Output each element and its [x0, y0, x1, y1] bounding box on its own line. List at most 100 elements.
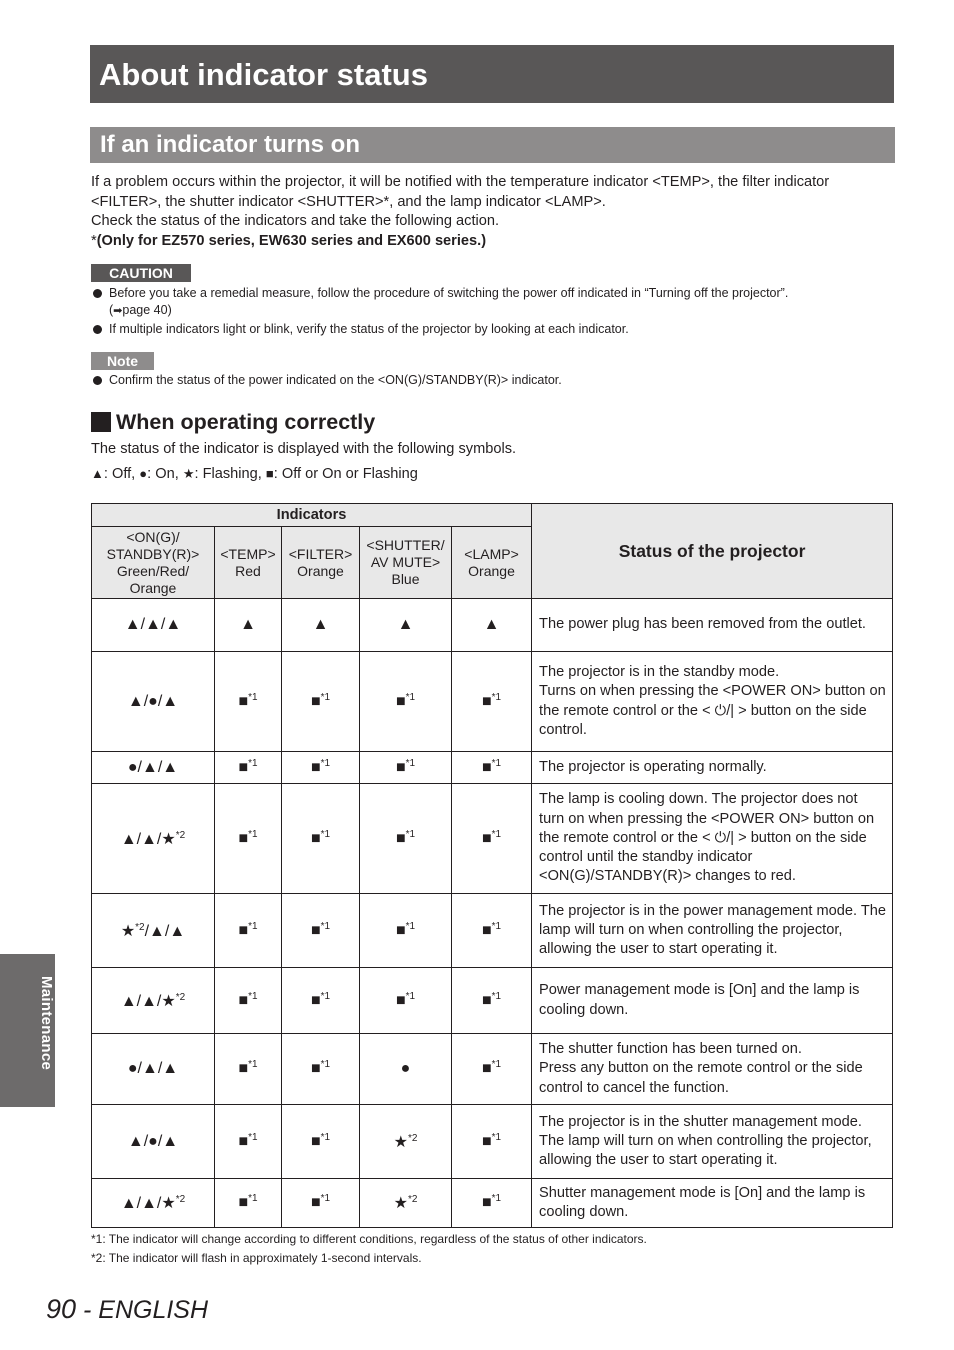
indicator-cell-filter: ▲: [281, 598, 360, 652]
indicator-cell-power: ▲/●/▲: [91, 651, 215, 752]
arrow-right-icon: ➡: [113, 305, 123, 317]
indicator-cell-power: ▲/▲/★*2: [91, 783, 215, 894]
legend-text: : On,: [147, 466, 183, 482]
model-note: *(Only for EZ570 series, EW630 series an…: [91, 232, 891, 252]
indicator-symbol: ■: [310, 758, 321, 776]
indicator-cell-temp: ■*1: [214, 967, 282, 1034]
caution-item: If multiple indicators light or blink, v…: [93, 321, 893, 338]
header-line: Blue: [391, 571, 420, 587]
footnote-ref: *1: [491, 1193, 502, 1204]
header-line: AV MUTE>: [370, 554, 441, 570]
table-row: ▲/▲/★*2 ■*1 ■*1 ■*1 ■*1 Power management mode…: [91, 967, 894, 1034]
indicator-symbol: ■: [481, 1060, 492, 1077]
header-line: Orange: [468, 562, 515, 579]
subsection-title: When operating correctly: [116, 410, 376, 434]
header-line: <SHUTTER/: [366, 537, 445, 553]
indicator-symbol: ■: [395, 921, 406, 939]
section-title: If an indicator turns on: [90, 127, 895, 163]
indicator-cell-lamp: ▲: [450, 598, 533, 652]
indicator-cell-filter: ■*1: [281, 651, 360, 752]
footnote-ref: *1: [320, 757, 331, 769]
caution-item: Before you take a remedial measure, foll…: [93, 285, 893, 320]
indicator-symbol: ▲: [397, 616, 414, 633]
indicator-cell-shutter: ■*1: [359, 751, 452, 784]
indicator-symbol-suffix: /▲/▲: [144, 922, 186, 940]
table-row: ★*2/▲/▲ ■*1 ■*1 ■*1 ■*1 The projector is in t…: [91, 893, 894, 968]
caution-list: Before you take a remedial measure, foll…: [93, 285, 893, 338]
indicator-symbol: ■: [310, 692, 321, 710]
indicator-cell-filter: ■*1: [281, 1178, 360, 1228]
indicator-cell-lamp: ■*1: [450, 1033, 533, 1105]
page-reference-link[interactable]: (➡page 40): [109, 303, 172, 317]
footnote-ref: *1: [248, 920, 258, 932]
indicator-symbol: ▲/▲/▲: [124, 616, 182, 633]
status-cell: Power management mode is [On] and the la…: [531, 967, 894, 1034]
footnote-ref: *2: [407, 1194, 418, 1205]
indicator-symbol: ■: [238, 692, 249, 710]
column-header-shutter: <SHUTTER/AV MUTE> Blue: [359, 526, 452, 599]
indicator-symbol: ●/▲/▲: [127, 758, 179, 776]
indicator-cell-filter: ■*1: [281, 751, 360, 784]
indicator-symbol: ■: [238, 829, 249, 847]
indicator-symbol: ■: [395, 692, 406, 710]
indicator-symbol: ■: [395, 829, 406, 847]
header-line: STANDBY(R)>: [106, 545, 200, 562]
footnote-ref: *1: [491, 990, 502, 1002]
footnote-2: *2: The indicator will flash in approxim…: [91, 1251, 422, 1265]
symbol-legend: ▲: Off, ●: On, ★: Flashing, ■: Off or On…: [91, 464, 418, 484]
status-text: The lamp is cooling down. The projector …: [539, 791, 875, 885]
indicator-symbol: ●/▲/▲: [127, 1060, 179, 1077]
indicator-symbol: ★: [393, 1195, 408, 1212]
indicator-symbol: ■: [395, 758, 406, 776]
footnote-ref: *1: [405, 691, 416, 703]
square-marker-icon: [91, 412, 111, 432]
footnotes: *1: The indicator will change according …: [91, 1230, 647, 1268]
footnote-ref: *1: [405, 757, 416, 769]
status-text: The shutter function has been turned on.: [539, 1041, 802, 1058]
footnote-ref: *2: [175, 991, 186, 1003]
circle-on-icon: ●: [139, 466, 148, 481]
bullet-icon: [93, 325, 102, 334]
footnote-ref: *1: [405, 990, 416, 1002]
indicator-symbol: ★: [120, 922, 136, 940]
indicator-cell-filter: ■*1: [281, 967, 360, 1034]
table-row: ▲/●/▲ ■*1 ■*1 ★*2 ■*1 The projector is in the…: [91, 1104, 894, 1179]
footnote-ref: *2: [175, 829, 186, 841]
footnote-ref: *1: [491, 1131, 502, 1143]
indicator-symbol: ■: [238, 1060, 249, 1077]
caution-item-text: If multiple indicators light or blink, v…: [109, 322, 629, 336]
caution-label: CAUTION: [91, 264, 191, 282]
bullet-icon: [93, 289, 102, 298]
legend-text: : Flashing,: [194, 466, 266, 482]
indicator-symbol: ■: [310, 991, 321, 1009]
bullet-icon: [93, 376, 102, 385]
indicator-cell-lamp: ■*1: [450, 651, 533, 752]
page-number: 90: [46, 1294, 77, 1324]
note-list: Confirm the status of the power indicate…: [93, 372, 893, 389]
footnote-ref: *1: [320, 828, 331, 840]
footnote-ref: *1: [248, 1193, 258, 1204]
indicator-symbol: ■: [310, 1060, 321, 1077]
status-text: The projector is in the shutter manageme…: [539, 1113, 872, 1169]
status-text: Turns on when pressing the <POWER ON> bu…: [539, 683, 886, 738]
indicator-cell-lamp: ■*1: [450, 1178, 533, 1228]
chapter-tab-label: Maintenance: [38, 976, 55, 1071]
indicator-cell-shutter: ■*1: [359, 893, 452, 968]
footnote-ref: *1: [320, 1059, 331, 1070]
intro-line-2: Check the status of the indicators and t…: [91, 213, 500, 229]
footnote-ref: *2: [175, 1194, 186, 1205]
header-line: <TEMP>: [220, 545, 276, 562]
table-row: ▲/▲/★*2 ■*1 ■*1 ★*2 ■*1 Shutter management mo…: [91, 1178, 894, 1228]
status-text: Shutter management mode is [On] and the …: [539, 1184, 866, 1220]
header-line: <FILTER>: [288, 545, 353, 562]
indicator-cell-temp: ▲: [214, 598, 282, 652]
indicator-cell-lamp: ■*1: [450, 751, 533, 784]
indicator-symbol: ▲/▲/★: [120, 1195, 176, 1212]
status-cell: The lamp is cooling down. The projector …: [531, 783, 894, 894]
ref-text: page 40): [122, 303, 172, 317]
note-item-text: Confirm the status of the power indicate…: [109, 373, 562, 387]
footnote-ref: *1: [405, 828, 416, 840]
indicator-symbol: ■: [481, 758, 492, 776]
chapter-tab-maintenance[interactable]: Maintenance: [0, 954, 55, 1107]
indicator-symbol: ■: [238, 1194, 249, 1211]
